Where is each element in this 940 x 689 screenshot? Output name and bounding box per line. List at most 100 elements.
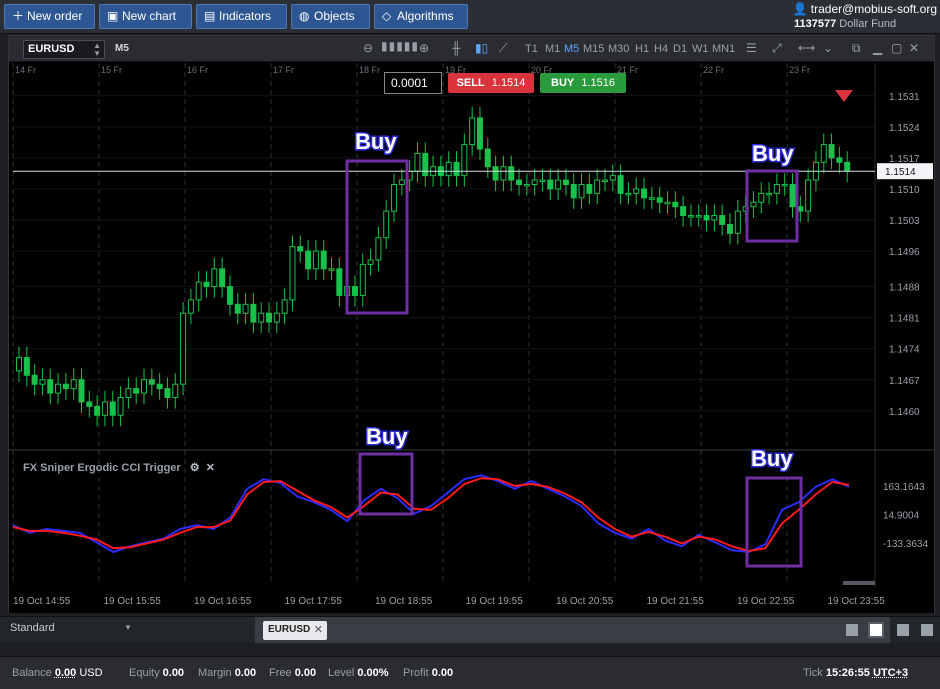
line-chart-type-icon[interactable]: ⟋ [499,41,507,56]
candle [125,388,132,398]
timeframe-m30[interactable]: M30 [608,43,629,55]
timeframe-mn1[interactable]: MN1 [712,43,735,55]
time-tick-label: 19 Oct 21:55 [647,596,705,607]
current-price-label: 1.1514 [885,167,916,178]
buy-annotation-label: Buy [355,129,397,154]
price-tick-label: 1.1481 [889,314,920,325]
chart-plot-area[interactable]: 14 Fr 15 Fr 16 Fr 17 Fr 18 Fr 19 Fr 20 Fr 21 Fr… [9,63,934,613]
timeframe-w1[interactable]: W1 [692,43,709,55]
bar-chart-type-icon[interactable]: ╫ [452,41,461,55]
timeframe-m5[interactable]: M5 [564,43,579,55]
candle [16,357,22,372]
timeframe-d1[interactable]: D1 [673,43,687,55]
horizontal-line-icon[interactable]: ⟷ [798,41,815,55]
buy-annotation-label: Buy [366,424,408,449]
candle [109,401,116,416]
chart-header: EURUSD ▲ ▼ M5 ⊖ ▮▮▮▮▮ ⊕ ╫ ▮▯ ⟋ T1 M1 M5 M… [9,36,934,62]
timeframe-h4[interactable]: H4 [654,43,668,55]
workspace-selector[interactable]: Standard ▼ [10,622,132,634]
sell-button[interactable]: SELL 1.1514 [448,73,534,93]
detach-icon[interactable]: ⧉ [852,41,861,56]
candle [445,161,452,177]
account-number: 1137577 [794,18,837,30]
objects-label: Objects [314,9,355,23]
buy-annotation-label: Buy [752,141,794,166]
close-icon[interactable]: ✕ [909,41,919,55]
candle-chart-type-icon[interactable]: ▮▯ [475,41,488,55]
buy-button[interactable]: BUY 1.1516 [540,73,626,93]
indicators-button[interactable]: ▤ Indicators [196,4,287,29]
maximize-icon[interactable]: ▢ [891,41,902,55]
candle [750,201,757,208]
gear-icon[interactable]: ⚙ [190,462,200,474]
timezone-selector[interactable]: UTC+3 [873,667,908,679]
symbol-selector[interactable]: EURUSD ▲ ▼ [23,40,105,59]
new-order-button[interactable]: ＋ New order [4,4,95,29]
candle [273,312,280,323]
candle [523,184,530,187]
objects-button[interactable]: ◍ Objects [291,4,370,29]
account-info[interactable]: 👤 trader@mobius-soft.org 1137577 Dollar … [792,0,937,34]
layout-single-icon[interactable] [846,624,858,636]
settings-lines-icon[interactable]: ☰ [746,41,757,55]
price-tick-label: 1.1524 [889,123,920,134]
candle [133,388,140,394]
account-email: 👤 trader@mobius-soft.org [792,2,937,16]
minimize-icon[interactable]: ▁ [873,41,882,55]
chevron-down-icon[interactable]: ⌄ [823,41,833,55]
candle [789,184,796,208]
layout-columns-icon[interactable] [897,624,909,636]
layout-grid-icon[interactable] [868,622,884,638]
date-label: 22 Fr [703,65,724,75]
zoom-slider[interactable]: ▮▮▮▮▮ [381,39,419,53]
candle [55,383,62,394]
timeframe-h1[interactable]: H1 [635,43,649,55]
bar-chart-icon: ▤ [204,9,216,23]
close-icon[interactable]: ✕ [314,623,323,636]
candle [242,303,249,314]
candle [94,405,101,416]
new-chart-button[interactable]: ▣ New chart [99,4,192,29]
timeframe-m1[interactable]: M1 [545,43,560,55]
candle [617,175,624,194]
candle [508,166,515,181]
buy-annotation-label: Buy [751,446,793,471]
candle [828,144,835,159]
horizontal-scrollbar [843,581,875,585]
zoom-out-icon[interactable]: ⊖ [363,41,373,55]
candle [351,286,358,296]
lot-size-input[interactable]: 0.0001 [384,72,442,94]
fund-name: Dollar Fund [839,18,897,30]
status-bar: Balance 0.00 USD Equity 0.00 Margin 0.00… [0,656,940,689]
layout-rows-icon[interactable] [921,624,933,636]
price-tick-label: 1.1510 [889,185,920,196]
candle [805,179,812,212]
time-tick-label: 19 Oct 17:55 [285,596,343,607]
candle [656,197,663,203]
stepper-icon: ▲ ▼ [93,41,101,58]
indicator-title: FX Sniper Ergodic CCI Trigger ⚙ ✕ [23,462,215,474]
candle [297,246,304,252]
trendline-icon[interactable]: ⤢ [772,41,782,56]
candle [312,250,319,270]
candle [258,312,265,323]
candle [219,268,226,288]
close-icon[interactable]: ✕ [206,462,215,474]
candle [211,268,218,288]
candle [101,401,108,416]
candle [726,223,733,234]
candle [62,383,69,390]
timeframe-label: M5 [115,43,129,54]
candle [719,215,726,225]
tab-eurusd[interactable]: EURUSD ✕ [263,621,327,640]
candle [180,312,187,385]
timeframe-m15[interactable]: M15 [583,43,604,55]
algorithms-button[interactable]: ◇ Algorithms [374,4,468,29]
candle [531,179,538,185]
zoom-in-icon[interactable]: ⊕ [419,41,429,55]
price-tick-label: 1.1467 [889,376,920,387]
candle [70,379,77,390]
candle [476,117,483,150]
timeframe-t1[interactable]: T1 [525,43,538,55]
chart-window: EURUSD ▲ ▼ M5 ⊖ ▮▮▮▮▮ ⊕ ╫ ▮▯ ⟋ T1 M1 M5 M… [8,35,935,613]
